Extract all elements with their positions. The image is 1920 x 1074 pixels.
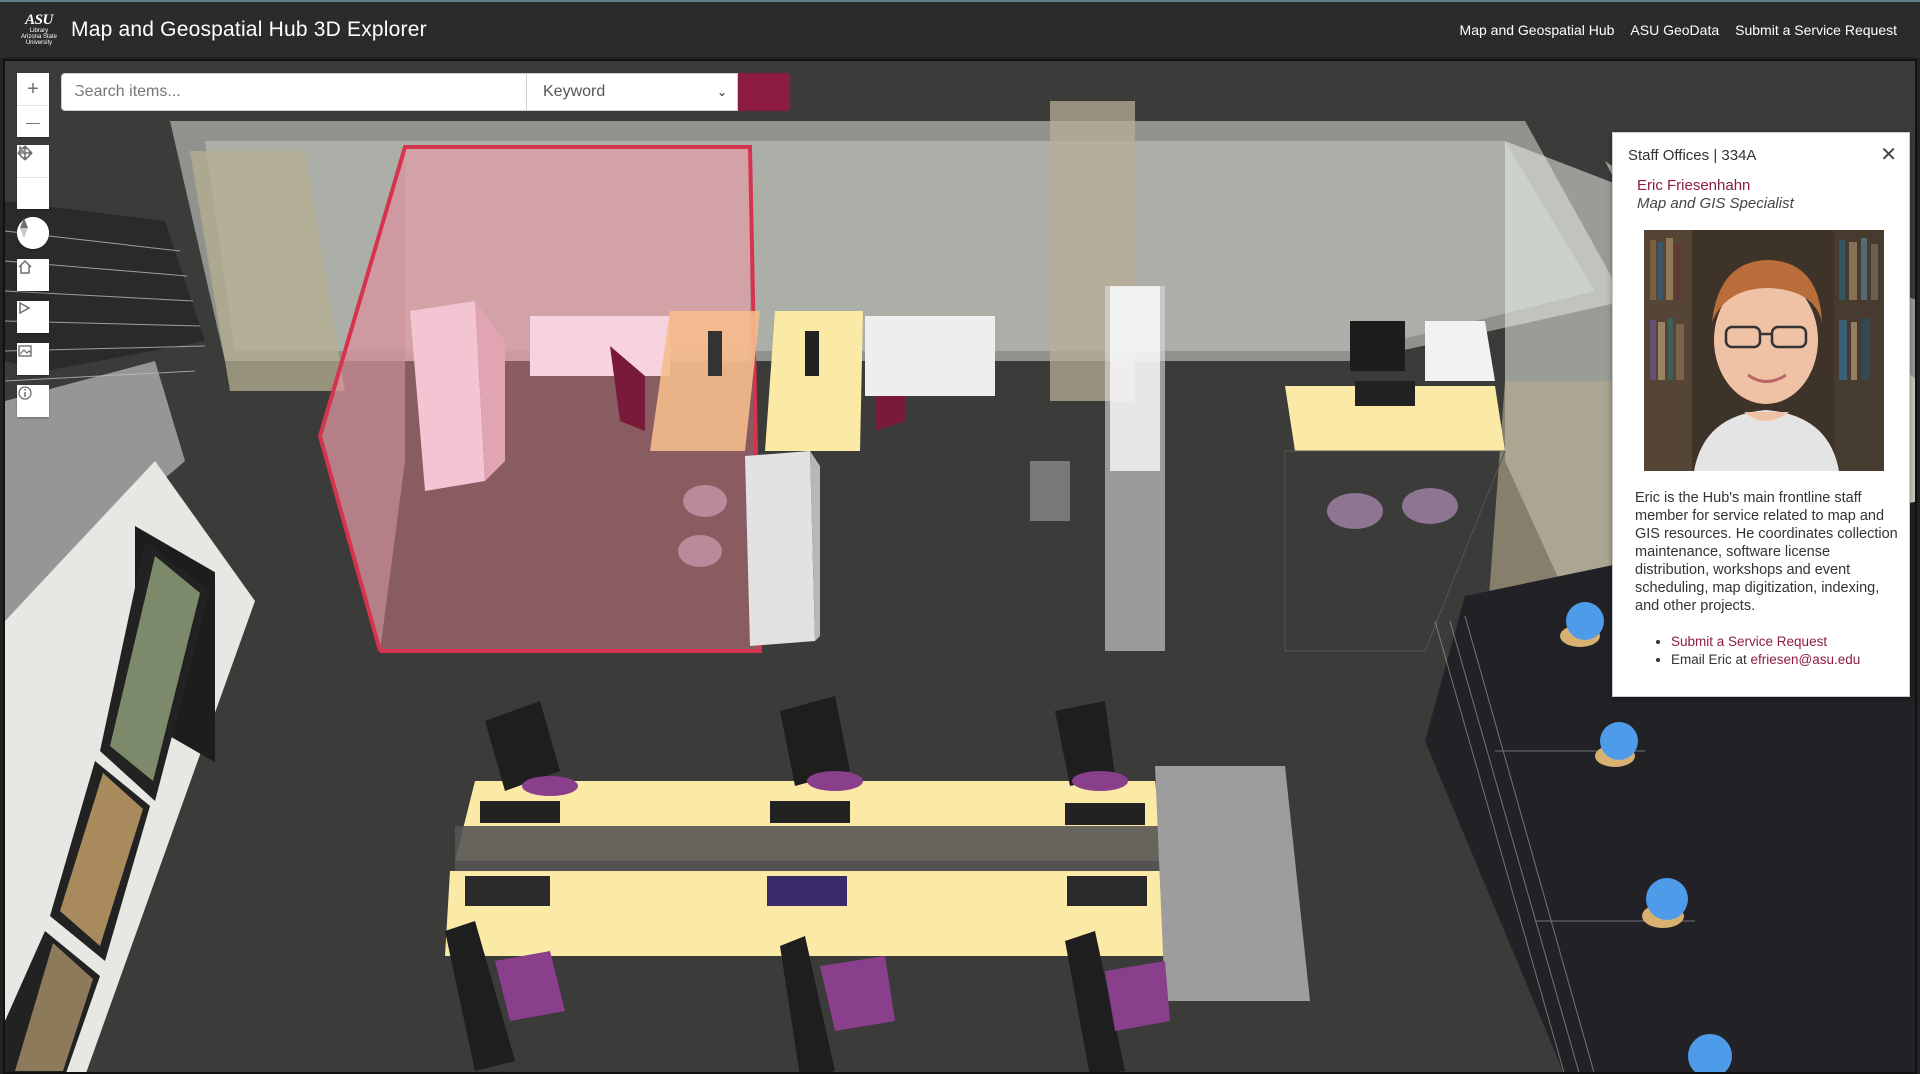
home-icon (18, 259, 32, 274)
search-icon (61, 73, 81, 93)
logo-caption: Library Arizona State University (20, 28, 58, 46)
service-request-link[interactable]: Submit a Service Request (1671, 634, 1827, 649)
3d-scene-view[interactable]: Keyword ⌄ + — (3, 59, 1917, 1074)
play-icon (19, 301, 31, 315)
app-header: ASU Library Arizona State University Map… (0, 0, 1920, 57)
nav-link-geodata[interactable]: ASU GeoData (1630, 22, 1719, 38)
layers-icon (18, 345, 32, 357)
compass-button[interactable] (17, 217, 49, 249)
compass-control (17, 217, 49, 249)
staff-photo (1644, 230, 1884, 471)
search-input[interactable] (61, 73, 527, 111)
close-icon[interactable]: ✕ (1880, 145, 1897, 165)
home-button[interactable] (17, 259, 49, 291)
info-control (17, 385, 49, 417)
search-mode-value: Keyword (543, 83, 606, 100)
compass-icon (20, 218, 28, 238)
asu-library-logo[interactable]: ASU Library Arizona State University (19, 10, 59, 50)
play-control (17, 301, 49, 333)
list-item: Email Eric at efriesen@asu.edu (1671, 651, 1860, 669)
layers-control (17, 343, 49, 375)
zoom-controls: + — (17, 73, 49, 137)
staff-bio: Eric is the Hub's main frontline staff m… (1635, 490, 1898, 614)
rotate-icon (19, 145, 31, 159)
zoom-out-button[interactable]: — (17, 105, 49, 137)
email-link[interactable]: efriesen@asu.edu (1751, 652, 1861, 667)
search-button[interactable] (61, 73, 790, 111)
logo-mark: ASU (25, 12, 53, 28)
rotate-button[interactable] (17, 145, 49, 209)
portrait-image (1644, 230, 1884, 471)
popup-title: Staff Offices | 334A (1628, 147, 1757, 164)
staff-name: Eric Friesenhahn (1637, 177, 1751, 194)
search-bar: Keyword ⌄ (61, 73, 790, 111)
email-label: Email Eric at (1671, 652, 1751, 667)
info-button[interactable] (17, 385, 49, 417)
header-nav: Map and Geospatial Hub ASU GeoData Submi… (1460, 2, 1897, 57)
popup-link-list: Submit a Service Request Email Eric at e… (1651, 633, 1860, 669)
zoom-in-button[interactable]: + (17, 73, 49, 105)
search-mode-select[interactable]: Keyword ⌄ (527, 73, 738, 111)
chevron-down-icon: ⌄ (716, 85, 727, 99)
navigation-controls (17, 145, 49, 209)
nav-link-hub[interactable]: Map and Geospatial Hub (1460, 22, 1615, 38)
app-title: Map and Geospatial Hub 3D Explorer (71, 17, 427, 41)
basemap-button[interactable] (17, 343, 49, 375)
home-control (17, 259, 49, 291)
list-item: Submit a Service Request (1671, 633, 1860, 651)
staff-role: Map and GIS Specialist (1637, 195, 1794, 212)
feature-popup: Staff Offices | 334A ✕ Eric Friesenhahn … (1612, 132, 1910, 697)
nav-link-service-request[interactable]: Submit a Service Request (1735, 22, 1897, 38)
play-tour-button[interactable] (17, 301, 49, 333)
info-icon (18, 386, 32, 400)
